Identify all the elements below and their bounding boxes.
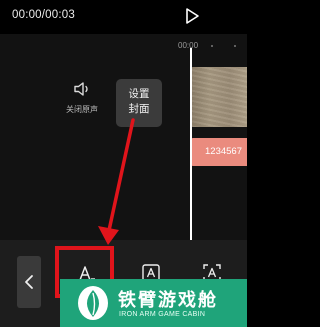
chevron-left-icon — [25, 275, 33, 289]
playback-bar: 00:00/00:03 — [0, 0, 247, 34]
set-cover-button[interactable]: 设置 封面 — [116, 79, 162, 127]
back-button[interactable] — [17, 256, 41, 308]
leaf-logo-icon — [78, 286, 108, 320]
speaker-icon — [74, 82, 88, 96]
play-icon[interactable] — [183, 7, 201, 25]
ruler-time-label: 00:00 — [178, 41, 199, 50]
timeline-area[interactable]: 00:00 关闭原声 设置 封面 1234567 — [0, 34, 247, 240]
playhead[interactable] — [190, 48, 192, 240]
ruler-tick — [211, 45, 213, 47]
watermark-banner: 铁臂游戏舱 IRON ARM GAME CABIN — [60, 279, 247, 327]
mute-original-audio-button[interactable]: 关闭原声 — [60, 80, 104, 120]
mute-original-audio-label: 关闭原声 — [66, 105, 98, 114]
text-track-clip[interactable]: 1234567 — [190, 138, 247, 166]
video-editor-screen: 00:00/00:03 00:00 关闭原声 设置 封面 1234567 铁臂游… — [0, 0, 247, 327]
watermark-title: 铁臂游戏舱 — [118, 290, 218, 310]
set-cover-label-line1: 设置 — [128, 88, 150, 100]
set-cover-label-line2: 封面 — [128, 103, 150, 115]
video-track-clip[interactable] — [190, 67, 247, 127]
playback-time: 00:00/00:03 — [12, 9, 75, 21]
video-thumbnail — [190, 67, 247, 127]
watermark-subtitle: IRON ARM GAME CABIN — [119, 311, 206, 318]
text-track-label: 1234567 — [205, 146, 242, 157]
ruler-tick — [234, 45, 236, 47]
